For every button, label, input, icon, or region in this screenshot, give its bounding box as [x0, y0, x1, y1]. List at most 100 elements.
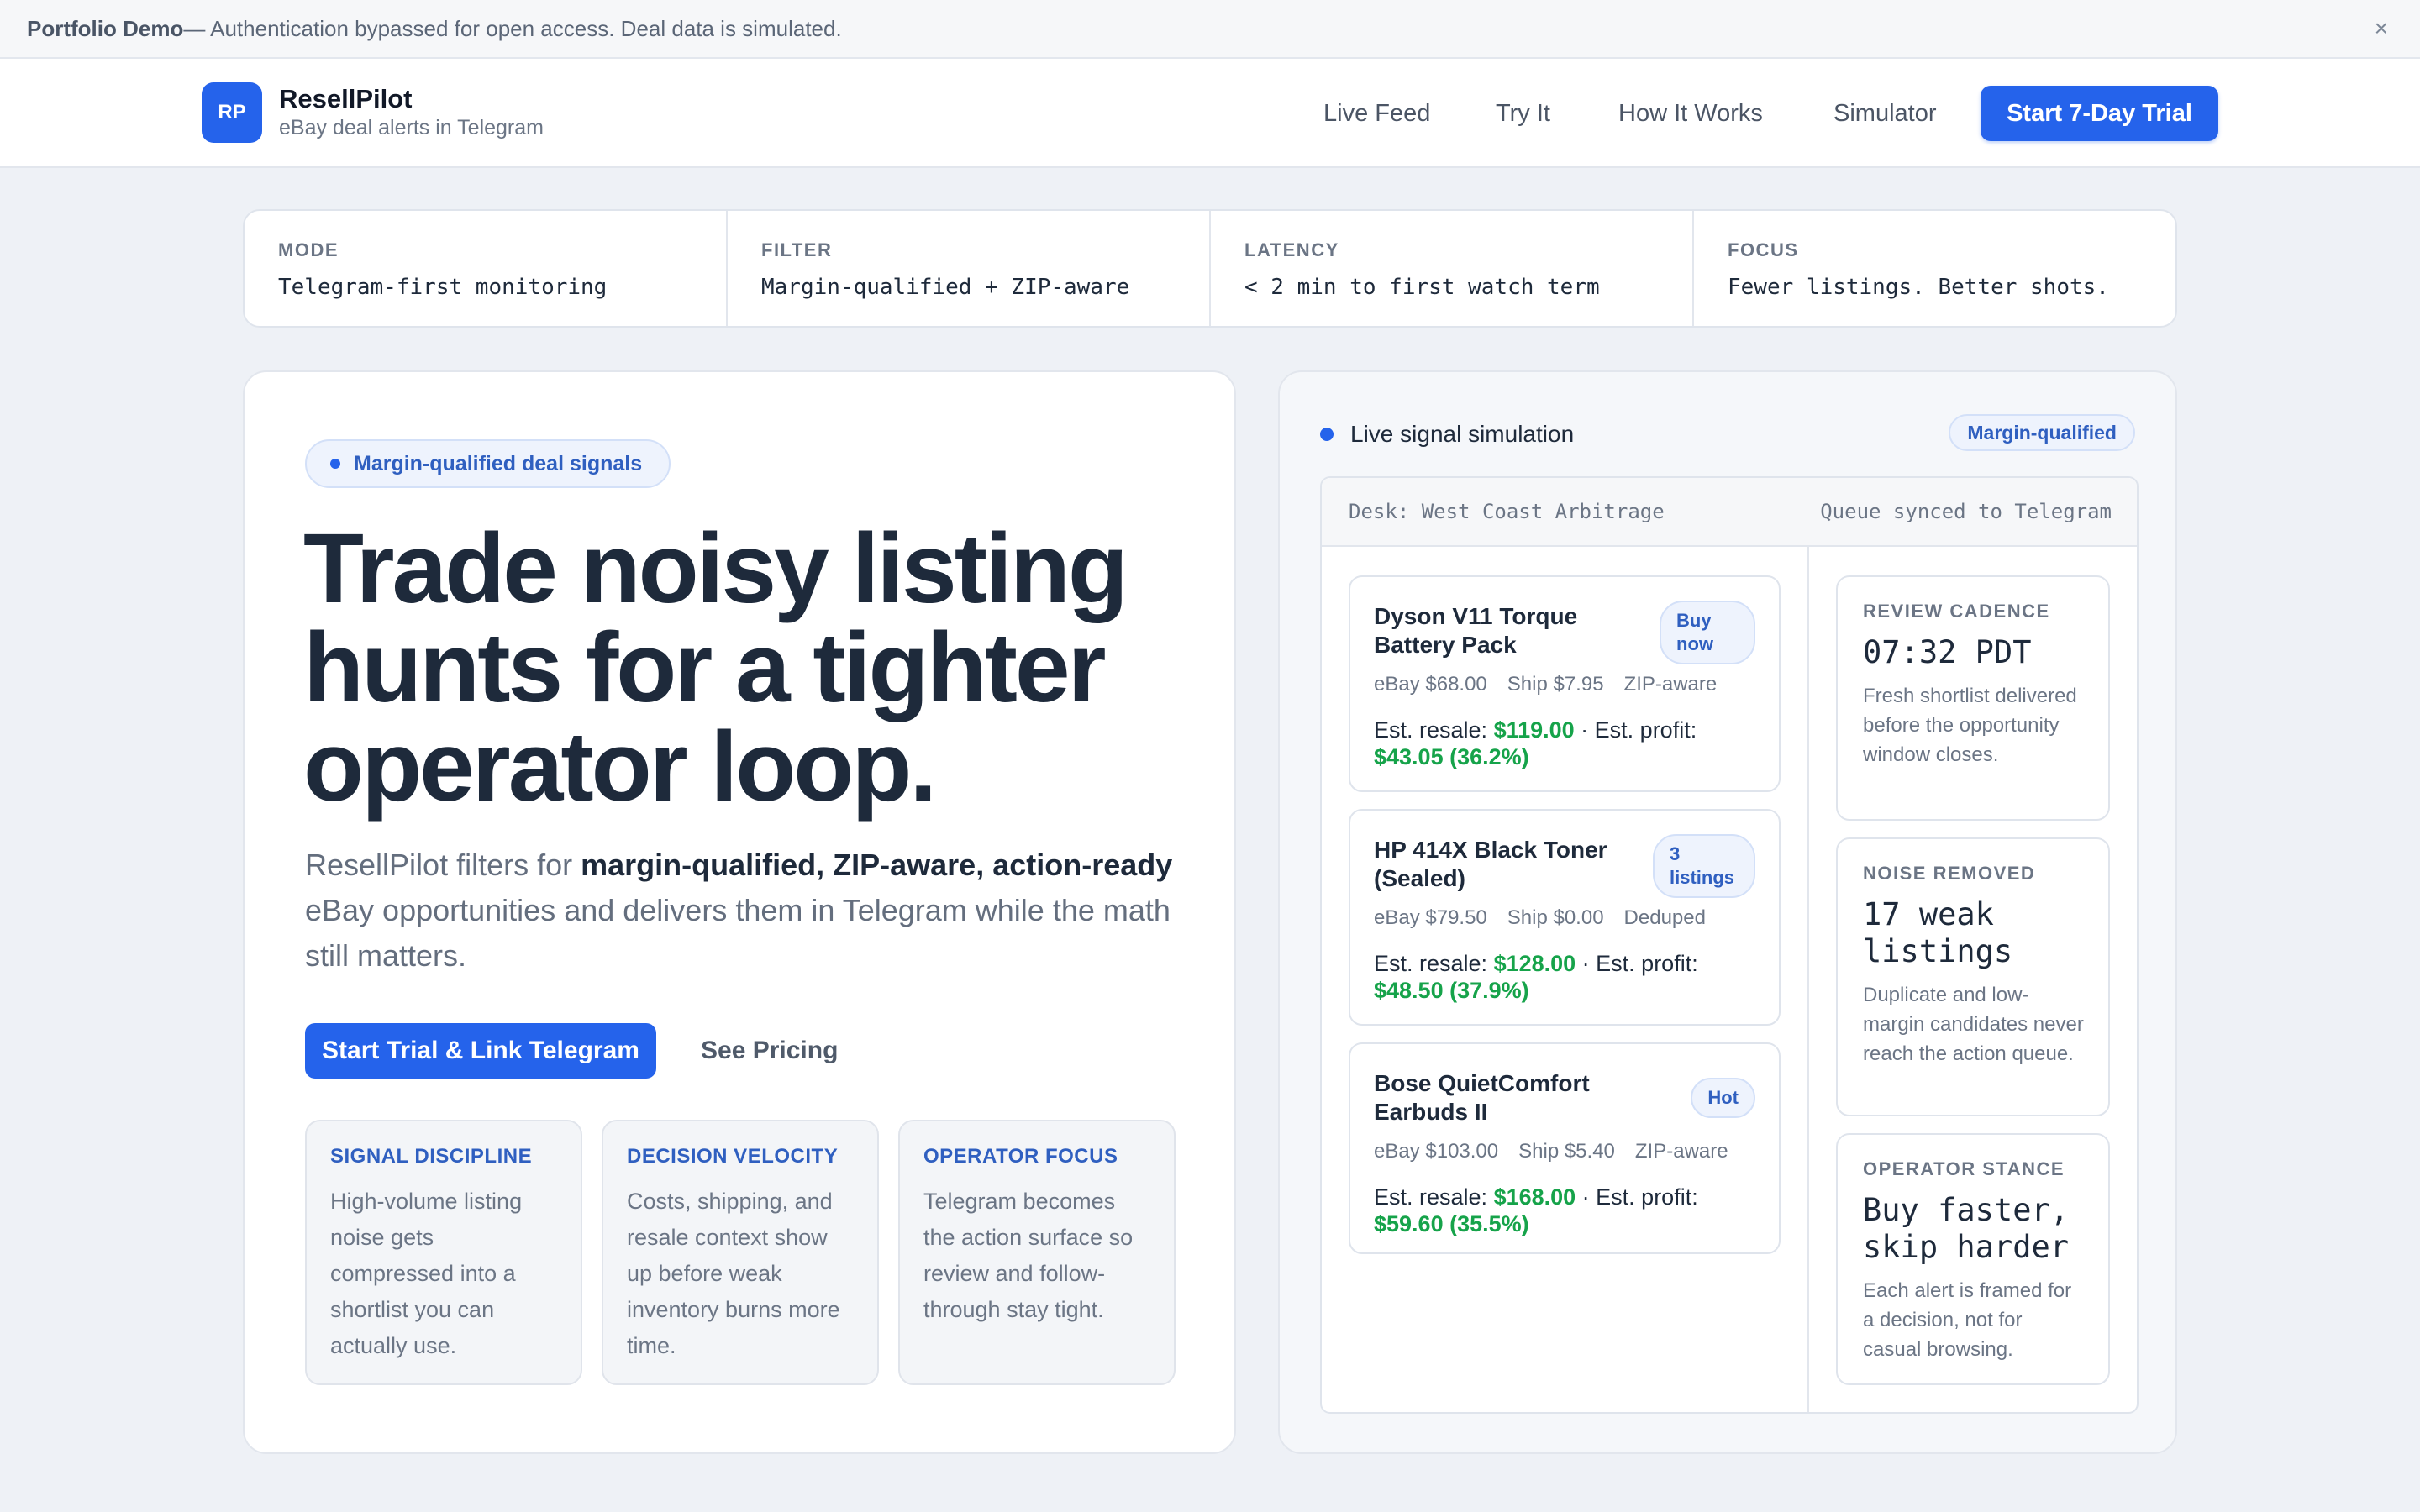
- profit-label: · Est. profit:: [1574, 717, 1697, 743]
- desk-name: Desk: West Coast Arbitrage: [1349, 500, 1665, 523]
- side-text: Duplicate and low-margin candidates neve…: [1863, 984, 2084, 1065]
- deal-card[interactable]: HP 414X Black Toner (Sealed) 3 listings …: [1349, 809, 1781, 1026]
- divider: [1807, 547, 1809, 1412]
- margin-qualified-badge: Margin-qualified: [1949, 414, 2135, 451]
- deal-shipping: Ship $0.00: [1507, 906, 1604, 929]
- deal-note: ZIP-aware: [1634, 1140, 1728, 1163]
- profit-label: · Est. profit:: [1576, 1184, 1698, 1210]
- simulation-header: Live signal simulation: [1320, 421, 1574, 448]
- feature-text: Costs, shipping, and resale context show…: [627, 1189, 840, 1358]
- stat-label: LATENCY: [1244, 239, 1339, 260]
- nav-how-it-works[interactable]: How It Works: [1618, 86, 1763, 141]
- nav-try-it[interactable]: Try It: [1496, 86, 1550, 141]
- stat-label: FILTER: [761, 239, 833, 260]
- logo-icon[interactable]: RP: [202, 82, 262, 143]
- hero-pill: Margin-qualified deal signals: [305, 439, 671, 488]
- deal-meta: eBay $103.00 Ship $5.40 ZIP-aware: [1374, 1140, 1755, 1163]
- banner-message: — Authentication bypassed for open acces…: [183, 15, 842, 41]
- hero-desc-bold: margin-qualified, ZIP-aware, action-read…: [581, 848, 1173, 882]
- deal-ebay-price: eBay $103.00: [1374, 1140, 1499, 1163]
- deal-title: HP 414X Black Toner (Sealed): [1374, 837, 1607, 891]
- stats-strip: MODE Telegram-first monitoring FILTER Ma…: [243, 209, 2177, 328]
- stat-mode: MODE Telegram-first monitoring: [245, 211, 728, 326]
- site-header: RP ResellPilot eBay deal alerts in Teleg…: [0, 59, 2420, 168]
- deal-resale: $128.00: [1493, 951, 1576, 976]
- nav-simulator[interactable]: Simulator: [1833, 86, 1937, 141]
- hero-pill-label: Margin-qualified deal signals: [354, 451, 643, 475]
- deal-tag: Buy now: [1660, 601, 1755, 664]
- feature-card: OPERATOR FOCUS Telegram becomes the acti…: [898, 1120, 1176, 1385]
- feature-title: SIGNAL DISCIPLINE: [330, 1145, 533, 1168]
- banner-title: Portfolio Demo: [27, 15, 184, 41]
- start-trial-link-telegram-button[interactable]: Start Trial & Link Telegram: [305, 1023, 656, 1079]
- deal-note: ZIP-aware: [1623, 673, 1718, 696]
- hero-desc-pre: ResellPilot filters for: [305, 848, 581, 882]
- deal-title: Bose QuietComfort Earbuds II: [1374, 1070, 1590, 1125]
- feature-card: DECISION VELOCITY Costs, shipping, and r…: [602, 1120, 879, 1385]
- brand-tagline: eBay deal alerts in Telegram: [279, 116, 544, 139]
- deal-tag: 3 listings: [1653, 834, 1755, 898]
- deal-card[interactable]: Dyson V11 Torque Battery Pack Buy now eB…: [1349, 575, 1781, 792]
- live-dot-icon: [1320, 428, 1334, 441]
- deal-tag: Hot: [1691, 1078, 1755, 1118]
- stat-label: FOCUS: [1728, 239, 1799, 260]
- hero-card: Margin-qualified deal signals Trade nois…: [243, 370, 1236, 1454]
- hero-description: ResellPilot filters for margin-qualified…: [305, 843, 1187, 979]
- side-text: Fresh shortlist delivered before the opp…: [1863, 685, 2077, 766]
- brand-name[interactable]: ResellPilot: [279, 84, 413, 114]
- deal-estimate: Est. resale: $168.00 · Est. profit: $59.…: [1374, 1184, 1755, 1237]
- side-value: 17 weak listings: [1863, 896, 2013, 969]
- feature-title: OPERATOR FOCUS: [923, 1145, 1118, 1168]
- deal-resale: $119.00: [1493, 717, 1575, 743]
- demo-banner: Portfolio Demo — Authentication bypassed…: [0, 0, 2420, 59]
- stat-value: < 2 min to first watch term: [1244, 275, 1600, 300]
- feature-title: DECISION VELOCITY: [627, 1145, 839, 1168]
- deal-estimate: Est. resale: $128.00 · Est. profit: $48.…: [1374, 950, 1755, 1004]
- profit-label: · Est. profit:: [1576, 951, 1698, 976]
- deal-profit: $59.60 (35.5%): [1374, 1211, 1529, 1236]
- dot-icon: [330, 459, 340, 469]
- simulation-card: Live signal simulation Margin-qualified …: [1278, 370, 2177, 1454]
- deal-profit: $43.05 (36.2%): [1374, 744, 1529, 769]
- noise-removed-card: NOISE REMOVED 17 weak listings Duplicate…: [1836, 837, 2110, 1116]
- stat-value: Fewer listings. Better shots.: [1728, 275, 2109, 300]
- deal-title: Dyson V11 Torque Battery Pack: [1374, 603, 1578, 658]
- review-cadence-card: REVIEW CADENCE 07:32 PDT Fresh shortlist…: [1836, 575, 2110, 821]
- simulation-title: Live signal simulation: [1350, 421, 1575, 447]
- side-value: 07:32 PDT: [1863, 634, 2032, 670]
- deal-shipping: Ship $7.95: [1507, 673, 1604, 696]
- deal-estimate: Est. resale: $119.00 · Est. profit: $43.…: [1374, 717, 1755, 770]
- see-pricing-link[interactable]: See Pricing: [701, 1023, 838, 1079]
- stat-latency: LATENCY < 2 min to first watch term: [1211, 211, 1694, 326]
- deal-ebay-price: eBay $79.50: [1374, 906, 1487, 929]
- start-trial-button[interactable]: Start 7-Day Trial: [1981, 86, 2218, 141]
- close-icon[interactable]: ×: [2375, 15, 2388, 42]
- deal-meta: eBay $79.50 Ship $0.00 Deduped: [1374, 906, 1755, 930]
- stat-value: Telegram-first monitoring: [278, 275, 608, 300]
- side-label: OPERATOR STANCE: [1863, 1158, 2065, 1179]
- desk-panel: Desk: West Coast Arbitrage Queue synced …: [1320, 476, 2139, 1414]
- deal-shipping: Ship $5.40: [1518, 1140, 1615, 1163]
- nav-live-feed[interactable]: Live Feed: [1323, 86, 1430, 141]
- hero-title: Trade noisy listing hunts for a tighter …: [303, 513, 1128, 822]
- desk-bar: Desk: West Coast Arbitrage Queue synced …: [1322, 478, 2137, 547]
- operator-stance-card: OPERATOR STANCE Buy faster, skip harder …: [1836, 1133, 2110, 1385]
- side-value: Buy faster, skip harder: [1863, 1192, 2070, 1265]
- side-label: REVIEW CADENCE: [1863, 601, 2050, 622]
- resale-label: Est. resale:: [1374, 717, 1494, 743]
- feature-text: High-volume listing noise gets compresse…: [330, 1189, 523, 1358]
- stat-value: Margin-qualified + ZIP-aware: [761, 275, 1130, 300]
- stat-filter: FILTER Margin-qualified + ZIP-aware: [728, 211, 1211, 326]
- deal-card[interactable]: Bose QuietComfort Earbuds II Hot eBay $1…: [1349, 1042, 1781, 1254]
- resale-label: Est. resale:: [1374, 951, 1494, 976]
- resale-label: Est. resale:: [1374, 1184, 1494, 1210]
- stat-label: MODE: [278, 239, 339, 260]
- queue-sync-status: Queue synced to Telegram: [1820, 500, 2112, 523]
- side-label: NOISE REMOVED: [1863, 863, 2036, 884]
- deal-ebay-price: eBay $68.00: [1374, 673, 1487, 696]
- hero-desc-post: eBay opportunities and delivers them in …: [305, 893, 1171, 973]
- stat-focus: FOCUS Fewer listings. Better shots.: [1694, 211, 2175, 326]
- feature-text: Telegram becomes the action surface so r…: [923, 1189, 1134, 1322]
- feature-card: SIGNAL DISCIPLINE High-volume listing no…: [305, 1120, 582, 1385]
- deal-resale: $168.00: [1493, 1184, 1576, 1210]
